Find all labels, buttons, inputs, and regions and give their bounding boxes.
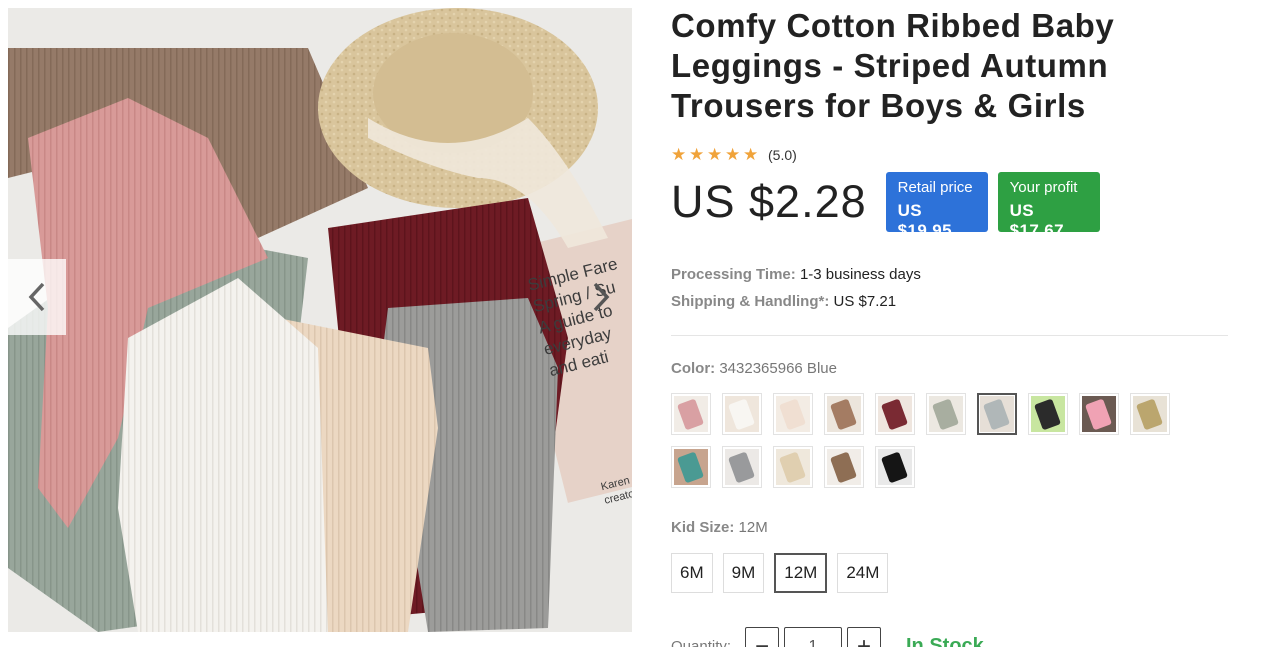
swatch-thumbnail [980, 396, 1014, 432]
color-swatch-pink[interactable] [671, 393, 711, 435]
color-swatch-brown[interactable] [824, 393, 864, 435]
color-swatch-beige[interactable] [773, 446, 813, 488]
color-swatch-pink-black[interactable] [1079, 393, 1119, 435]
star-rating: ★ ★ ★ ★ ★ [671, 145, 759, 164]
product-gallery: Simple Fare Spring / Su A guide to every… [8, 8, 632, 632]
processing-time: Processing Time: 1-3 business days [671, 261, 1231, 288]
swatch-product-shape [727, 452, 755, 484]
quantity-decrease-button[interactable]: − [745, 627, 779, 647]
swatch-thumbnail [827, 449, 861, 485]
swatch-thumbnail [1133, 396, 1167, 432]
swatch-product-shape [982, 399, 1010, 431]
rating[interactable]: ★ ★ ★ ★ ★ (5.0) [671, 145, 1231, 165]
color-swatch-grey-green[interactable] [926, 393, 966, 435]
color-swatch-stripe-black-green[interactable] [1028, 393, 1068, 435]
swatch-product-shape [778, 452, 806, 484]
retail-price-label: Retail price [897, 179, 973, 196]
retail-price-value: US $19.95 [897, 201, 953, 240]
star-icon: ★ [689, 145, 705, 164]
swatch-product-shape [880, 452, 908, 484]
swatch-product-shape [829, 399, 857, 431]
size-label: Kid Size: [671, 519, 735, 536]
swatch-thumbnail [1031, 396, 1065, 432]
profit-box: Your profit US $17.67 [997, 172, 1100, 240]
swatch-product-shape [1033, 399, 1061, 431]
price: US $2.28 [671, 176, 867, 227]
color-swatches [671, 393, 1231, 488]
color-label-row: Color: 3432365966 Blue [671, 360, 1231, 377]
swatch-thumbnail [674, 449, 708, 485]
processing-value: 1-3 business days [799, 266, 921, 283]
swatch-product-shape [931, 399, 959, 431]
quantity-increase-button[interactable]: + [847, 627, 881, 647]
color-swatch-grey[interactable] [722, 446, 762, 488]
processing-label: Processing Time: [671, 266, 796, 283]
shipping-meta: Processing Time: 1-3 business days Shipp… [671, 261, 1231, 315]
product-page: Simple Fare Spring / Su A guide to every… [0, 0, 1280, 647]
rating-value: (5.0) [768, 147, 797, 163]
swatch-thumbnail [725, 396, 759, 432]
shipping-value: US $7.21 [833, 293, 897, 310]
color-swatch-khaki[interactable] [1130, 393, 1170, 435]
size-option-9m[interactable]: 9M [722, 553, 765, 593]
shipping-handling: Shipping & Handling*: US $7.21 [671, 288, 1231, 315]
product-photo: Simple Fare Spring / Su A guide to every… [8, 8, 632, 632]
chevron-right-icon [593, 282, 610, 312]
profit-label: Your profit [1009, 179, 1078, 196]
size-option-24m[interactable]: 24M [837, 553, 889, 593]
profit-value: US $17.67 [1009, 201, 1065, 240]
star-icon: ★ [707, 145, 723, 164]
swatch-product-shape [1084, 399, 1112, 431]
swatch-thumbnail [929, 396, 963, 432]
minus-icon: − [754, 632, 769, 647]
retail-price-box: Retail price US $19.95 [885, 172, 988, 240]
color-swatch-wine[interactable] [875, 393, 915, 435]
size-option-6m[interactable]: 6M [671, 553, 713, 593]
product-info: Comfy Cotton Ribbed Baby Leggings - Stri… [671, 0, 1231, 647]
plus-icon: + [856, 632, 871, 647]
gallery-prev-button[interactable] [8, 259, 66, 335]
swatch-product-shape [880, 399, 908, 431]
color-swatch-white[interactable] [722, 393, 762, 435]
size-option-12m[interactable]: 12M [774, 553, 828, 593]
shipping-label: Shipping & Handling*: [671, 293, 830, 310]
swatch-product-shape [1135, 399, 1163, 431]
gallery-next-button[interactable] [572, 259, 630, 335]
color-swatch-black[interactable] [875, 446, 915, 488]
swatch-thumbnail [674, 396, 708, 432]
stock-status: In Stock [906, 635, 984, 647]
size-selected: 12M [738, 519, 768, 536]
star-icon: ★ [671, 145, 687, 164]
product-title: Comfy Cotton Ribbed Baby Leggings - Stri… [671, 7, 1115, 124]
swatch-thumbnail [827, 396, 861, 432]
star-icon: ★ [725, 145, 741, 164]
color-selected: 3432365966 Blue [719, 360, 837, 377]
color-swatch-blue[interactable] [977, 393, 1017, 435]
swatch-thumbnail [776, 396, 810, 432]
price-row: US $2.28 Retail price US $19.95 Your pro… [671, 171, 1231, 240]
swatch-thumbnail [878, 396, 912, 432]
chevron-left-icon [28, 282, 45, 312]
quantity-input[interactable] [784, 627, 842, 647]
swatch-product-shape [727, 399, 755, 431]
star-icon: ★ [743, 145, 759, 164]
swatch-thumbnail [725, 449, 759, 485]
swatch-product-shape [829, 452, 857, 484]
size-label-row: Kid Size: 12M [671, 519, 1231, 536]
swatch-thumbnail [1082, 396, 1116, 432]
color-swatch-cream[interactable] [773, 393, 813, 435]
swatch-product-shape [676, 399, 704, 431]
swatch-thumbnail [878, 449, 912, 485]
divider [671, 335, 1228, 336]
swatch-product-shape [676, 452, 704, 484]
color-swatch-teal[interactable] [671, 446, 711, 488]
quantity-label: Quantity: [671, 638, 732, 647]
size-options: 6M 9M 12M 24M [671, 553, 1231, 593]
quantity-row: Quantity: − + In Stock [671, 627, 1231, 647]
color-swatch-coffee[interactable] [824, 446, 864, 488]
swatch-thumbnail [776, 449, 810, 485]
color-label: Color: [671, 360, 716, 377]
swatch-product-shape [778, 399, 806, 431]
